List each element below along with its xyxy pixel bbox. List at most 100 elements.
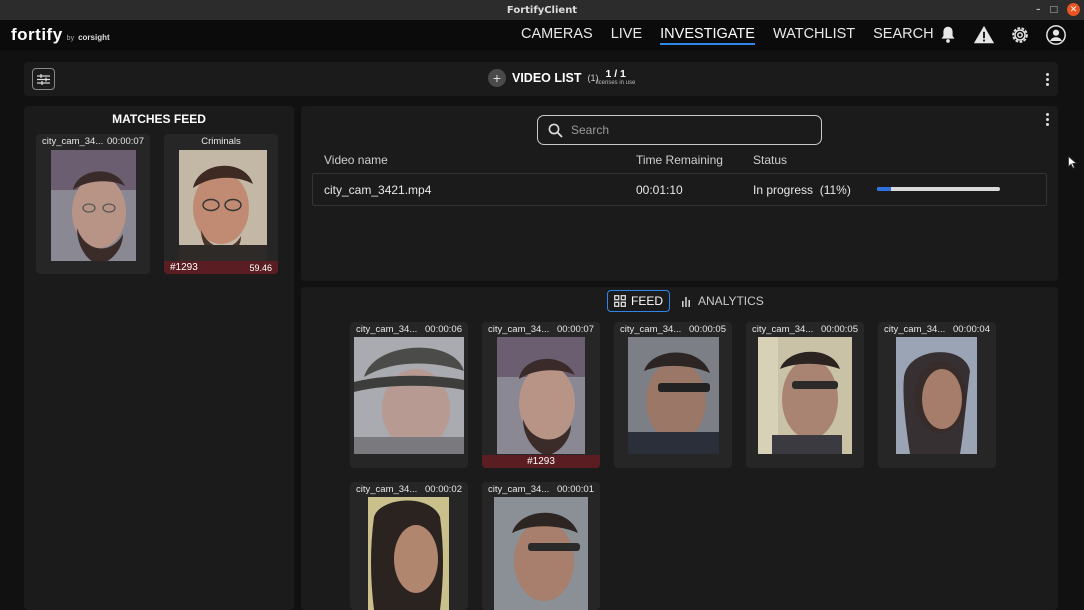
nav-watchlist[interactable]: WATCHLIST [773,26,855,45]
matches-feed-title: MATCHES FEED [112,112,206,126]
feed-card[interactable]: city_cam_34... 00:00:06 [350,322,468,468]
feed-match-id: #1293 [527,456,555,467]
feed-card[interactable]: city_cam_34... 00:00:01 [482,482,600,610]
feed-card[interactable]: city_cam_34... 00:00:05 [746,322,864,468]
feed-face-image [758,337,852,454]
window-title: FortifyClient [506,4,578,16]
watchlist-name: Criminals [201,136,241,147]
feed-face-image [628,337,719,454]
feed-card-time: 00:00:05 [821,324,858,335]
feed-card[interactable]: city_cam_34... 00:00:07 #1293 [482,322,600,468]
nav-cameras[interactable]: CAMERAS [521,26,593,45]
feed-panel: FEED ANALYTICS city_cam_34... 00:00:06 ci… [301,287,1058,610]
feed-match-bar: #1293 [482,455,600,468]
feed-card[interactable]: city_cam_34... 00:00:04 [878,322,996,468]
video-list-header: + VIDEO LIST (1) [488,69,598,87]
feed-card-name: city_cam_34... [884,324,946,335]
grid-icon [614,295,626,307]
col-video-name[interactable]: Video name [324,153,388,167]
match-score: 59.46 [249,262,272,273]
search-input[interactable] [571,123,801,137]
feed-card-caption: city_cam_34... 00:00:01 [482,484,600,495]
maximize-icon[interactable]: □ [1049,5,1058,15]
feed-face-image [354,337,464,454]
video-list-toolbar: + VIDEO LIST (1) 1 / 1 licenses in use [24,62,1058,96]
feed-card-name: city_cam_34... [488,324,550,335]
video-name-cell: city_cam_3421.mp4 [324,183,432,197]
partner-name: corsight [78,33,110,42]
feed-face-image [896,337,977,454]
window-titlebar: FortifyClient – □ ✕ [0,0,1084,20]
nav-search[interactable]: SEARCH [873,26,933,45]
gear-icon[interactable] [1009,24,1031,46]
brand-by: by [66,35,75,42]
search-box[interactable] [537,115,822,145]
feed-card[interactable]: city_cam_34... 00:00:02 [350,482,468,610]
bell-icon[interactable] [937,24,959,46]
feed-card-time: 00:00:01 [557,484,594,495]
feed-card[interactable]: city_cam_34... 00:00:05 [614,322,732,468]
toolbar-more-icon[interactable] [1045,73,1049,86]
feed-face-image [368,497,449,610]
match-info-bar: #1293 59.46 [164,261,278,274]
feed-card-time: 00:00:06 [425,324,462,335]
progress-fill [877,187,891,191]
match-id: #1293 [170,262,198,273]
feed-face-image [494,497,588,610]
feed-card-name: city_cam_34... [356,484,418,495]
feed-card-caption: city_cam_34... 00:00:07 [482,324,600,335]
nav-icons [937,24,1067,46]
close-icon[interactable]: ✕ [1067,3,1080,16]
feed-card-name: city_cam_34... [620,324,682,335]
feed-card-time: 00:00:07 [557,324,594,335]
nav-live[interactable]: LIVE [611,26,642,45]
add-video-button[interactable]: + [488,69,506,87]
main-nav: CAMERAS LIVE INVESTIGATE WATCHLIST SEARC… [521,26,934,45]
feed-card-time: 00:00:02 [425,484,462,495]
detection-time: 00:00:07 [107,136,144,147]
feed-card-caption: city_cam_34... 00:00:05 [614,324,732,335]
search-icon [548,123,563,138]
status-percent: (11%) [819,183,851,197]
detection-name: city_cam_34... [42,136,104,147]
time-remaining-cell: 00:01:10 [636,183,683,197]
feed-card-name: city_cam_34... [488,484,550,495]
licenses-label: licenses in use [596,80,636,86]
fortify-logo: fortify by corsight [11,25,110,45]
status-text: In progress [753,183,814,197]
feed-face-image [497,337,585,454]
bar-chart-icon [682,296,691,307]
video-list-more-icon[interactable] [1045,113,1049,126]
feed-card-caption: city_cam_34... 00:00:06 [350,324,468,335]
video-list-panel: Video name Time Remaining Status city_ca… [301,106,1058,281]
detection-face-image [51,150,136,261]
licenses-count: 1 / 1 [605,68,626,80]
match-watchlist-card[interactable]: Criminals #1293 59.46 [164,134,278,274]
video-list-title: VIDEO LIST [512,71,582,85]
licenses-indicator: 1 / 1 licenses in use [596,68,635,86]
filter-button[interactable] [32,68,55,90]
feed-card-caption: city_cam_34... 00:00:02 [350,484,468,495]
match-detection-card[interactable]: city_cam_34... 00:00:07 [36,134,150,274]
col-status[interactable]: Status [753,153,787,167]
feed-card-time: 00:00:05 [689,324,726,335]
user-avatar-icon[interactable] [1045,24,1067,46]
tab-feed[interactable]: FEED [607,290,671,312]
feed-card-caption: city_cam_34... 00:00:05 [746,324,864,335]
feed-card-name: city_cam_34... [356,324,418,335]
detection-caption: city_cam_34... 00:00:07 [36,136,150,147]
nav-investigate[interactable]: INVESTIGATE [660,26,755,45]
brand-name: fortify [11,25,63,44]
tab-analytics[interactable]: ANALYTICS [676,291,770,311]
col-time-remaining[interactable]: Time Remaining [636,153,723,167]
feed-card-time: 00:00:04 [953,324,990,335]
tab-feed-label: FEED [631,294,664,308]
top-navigation: fortify by corsight CAMERAS LIVE INVESTI… [0,20,1084,50]
watchlist-face-image [179,150,267,261]
video-row[interactable]: city_cam_3421.mp4 00:01:10 In progress (… [312,173,1047,206]
warning-icon[interactable] [973,24,995,46]
minimize-icon[interactable]: – [1036,5,1041,15]
feed-card-caption: city_cam_34... 00:00:04 [878,324,996,335]
sliders-icon [37,73,50,85]
mouse-cursor-icon [1068,156,1077,169]
